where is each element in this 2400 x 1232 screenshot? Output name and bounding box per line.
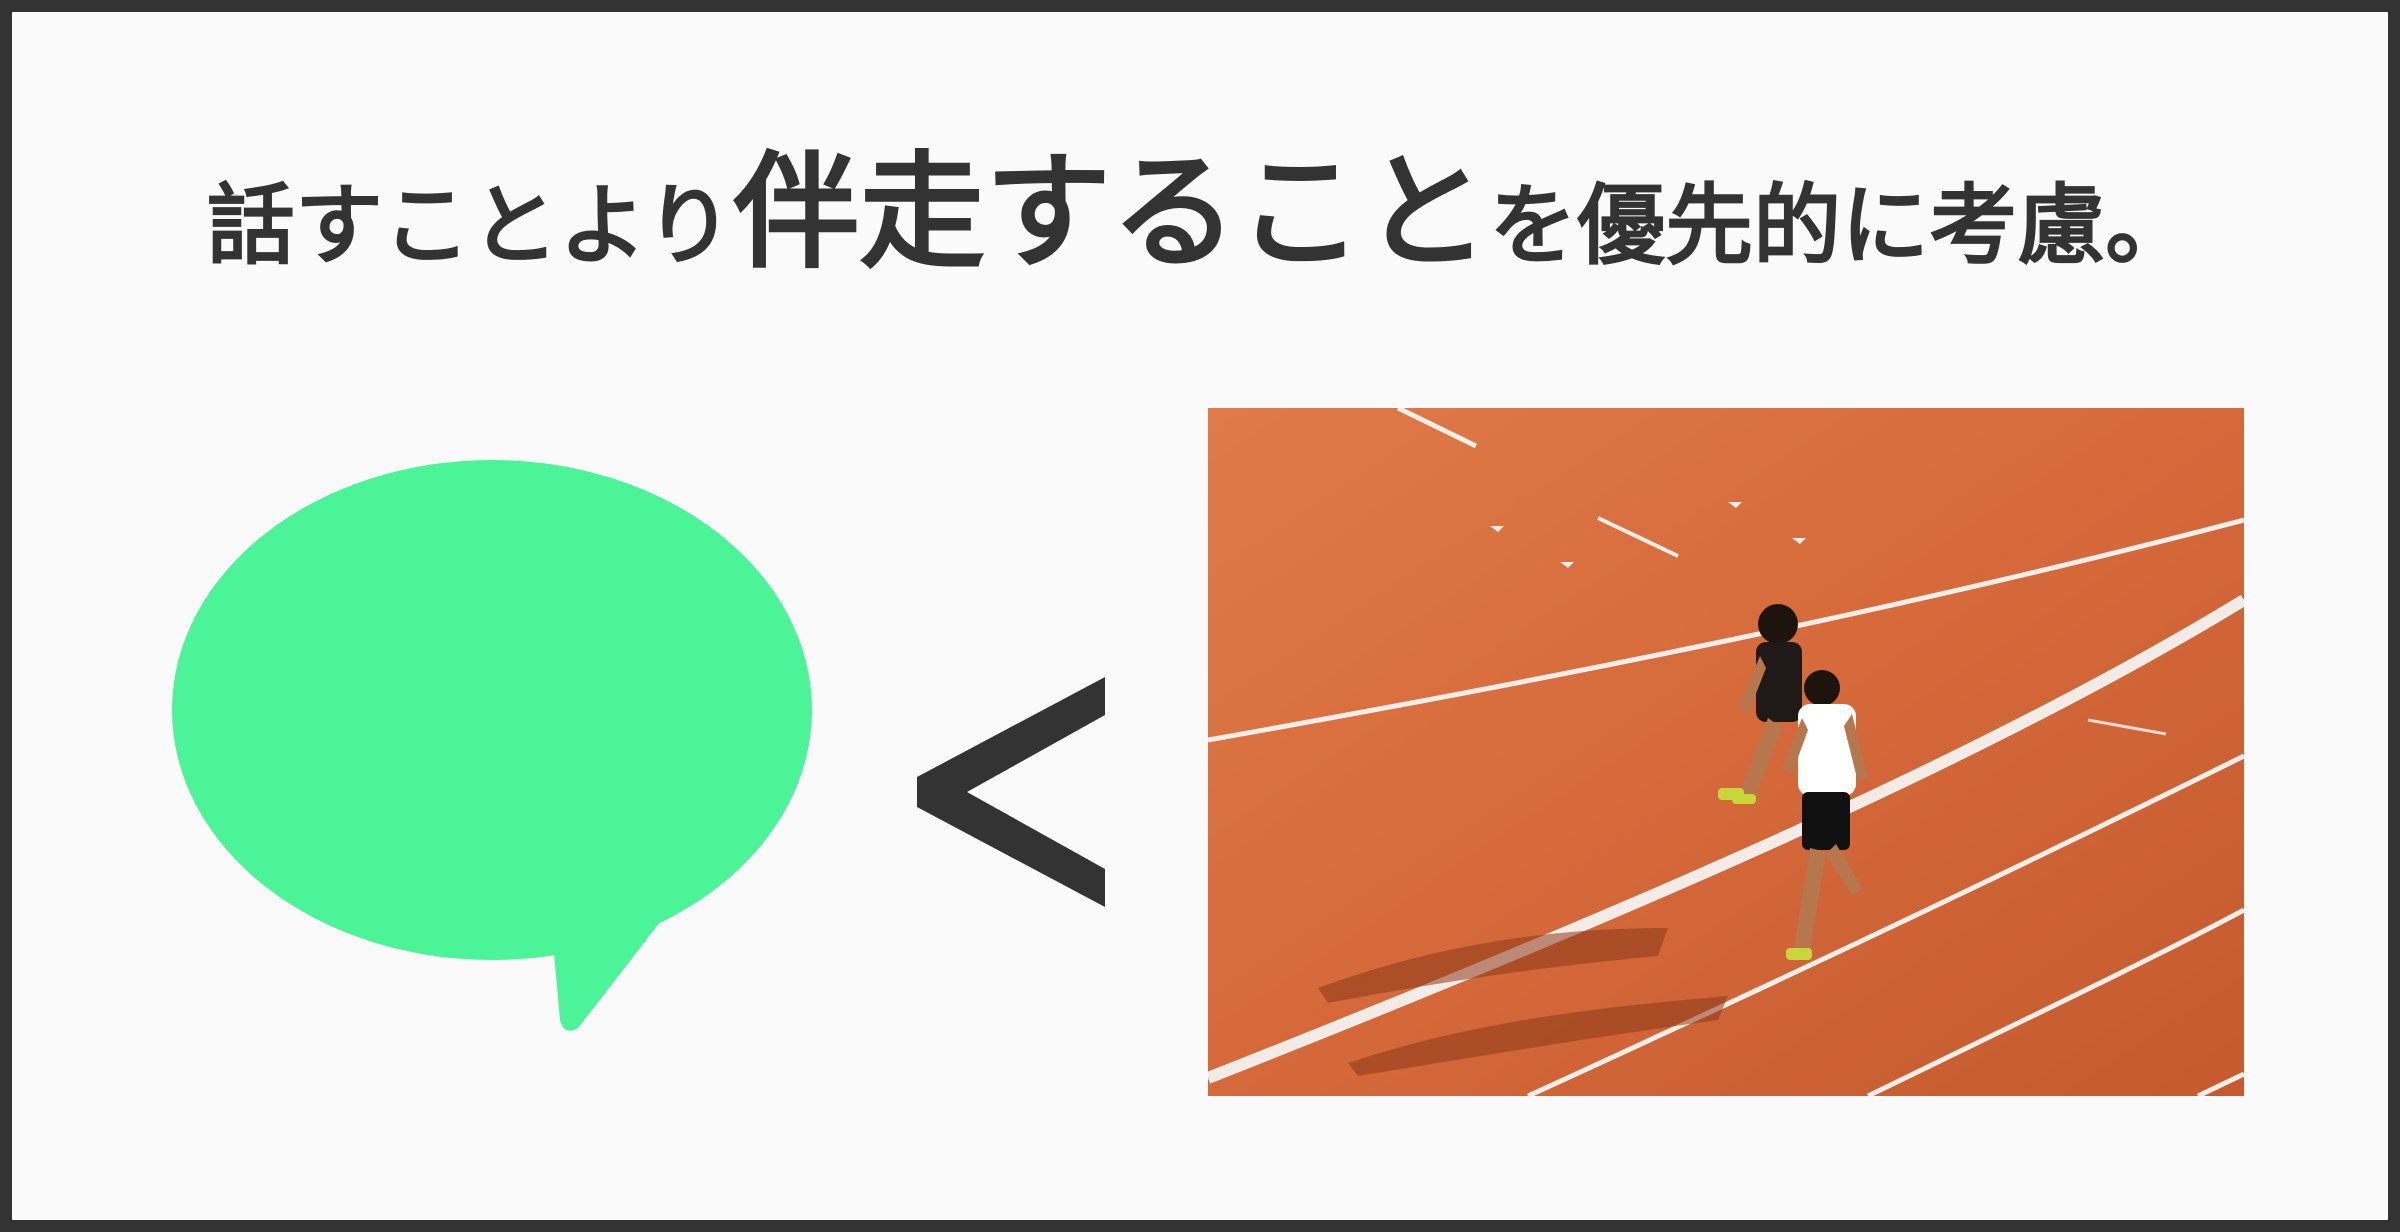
less-than-sign xyxy=(917,677,1105,907)
page-frame: 話すことより伴走することを優先的に考慮。 xyxy=(0,0,2400,1232)
headline: 話すことより伴走することを優先的に考慮。 xyxy=(12,150,2388,276)
headline-part1: 話すことより xyxy=(206,174,734,277)
headline-emphasis: 伴走すること xyxy=(733,139,1490,286)
running-track-photo xyxy=(1208,408,2244,1096)
speech-bubble-icon xyxy=(172,460,812,1031)
headline-part2: を優先的に考慮。 xyxy=(1489,174,2194,277)
